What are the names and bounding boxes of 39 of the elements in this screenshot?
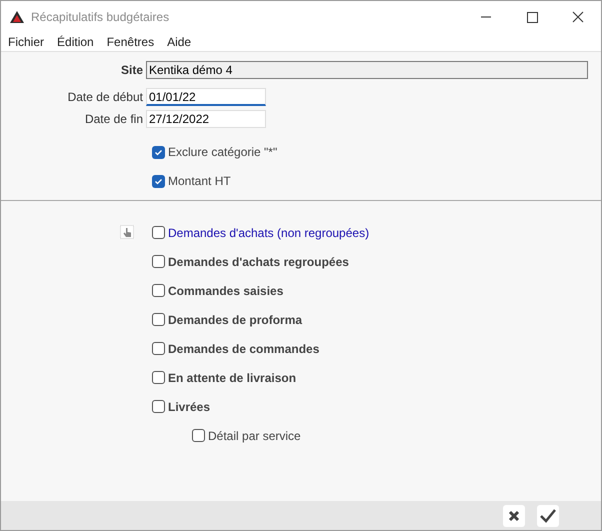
close-icon [508, 510, 520, 522]
menu-item[interactable]: Édition [57, 33, 94, 51]
field-label: Date de fin [84, 111, 144, 128]
field-label: Site [120, 62, 144, 79]
checkbox-label: Demandes de proforma [168, 312, 302, 328]
checkbox[interactable] [152, 255, 165, 268]
checkbox[interactable] [192, 429, 205, 442]
checkmark-icon [154, 176, 163, 186]
cancel-button[interactable] [503, 504, 525, 526]
checkbox[interactable] [152, 400, 165, 413]
checkbox-label: Détail par service [208, 428, 301, 444]
menu-item[interactable]: Fichier [8, 33, 44, 51]
checkbox-label: Livrées [168, 398, 210, 416]
checkbox-label: En attente de livraison [168, 370, 296, 386]
checkbox-label: Exclure catégorie "*" [168, 144, 278, 161]
checkmark-icon [154, 148, 163, 156]
checkbox[interactable] [152, 371, 165, 384]
checkbox-label: Montant HT [168, 173, 231, 190]
checkbox[interactable] [152, 174, 165, 188]
checkbox[interactable] [152, 342, 165, 355]
site-field[interactable]: Kentika démo 4 [146, 61, 588, 79]
field-label: Date de début [66, 89, 144, 106]
checkbox-label: Demandes d'achats (non regroupées) [168, 224, 370, 242]
app-logo-icon [10, 11, 24, 23]
confirm-button[interactable] [537, 504, 559, 526]
checkbox[interactable] [152, 313, 165, 326]
checkbox[interactable] [152, 146, 165, 158]
checkmark-icon [540, 508, 556, 522]
date-field[interactable]: 27/12/2022 [146, 110, 266, 128]
window-title: Récapitulatifs budgétaires [31, 9, 170, 26]
pointer-hand-icon [120, 225, 134, 239]
checkbox-label: Demandes d'achats regroupées [168, 254, 349, 270]
checkbox-label: Demandes de commandes [168, 340, 320, 358]
date-field[interactable]: 01/01/22 [146, 88, 266, 106]
checkbox[interactable] [152, 284, 165, 297]
menu-item[interactable]: Fenêtres [106, 33, 154, 51]
checkbox-label: Commandes saisies [168, 282, 284, 300]
checkbox[interactable] [152, 226, 165, 239]
menu-item[interactable]: Aide [167, 33, 192, 51]
